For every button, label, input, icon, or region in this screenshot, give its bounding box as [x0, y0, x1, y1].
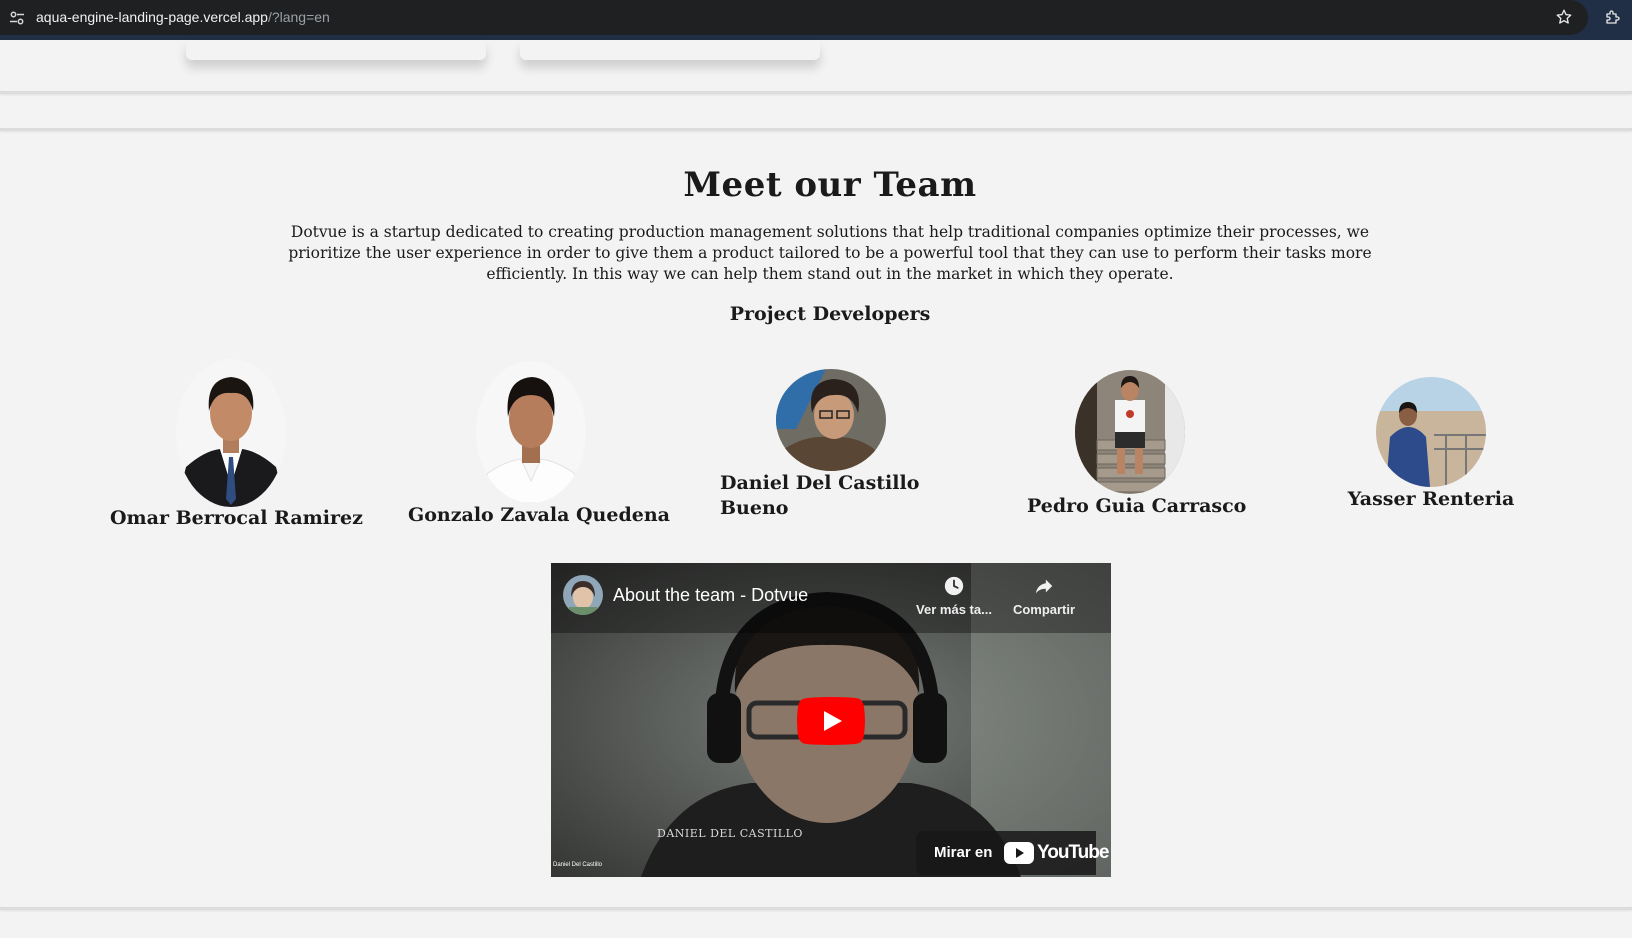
- share-label: Compartir: [1012, 602, 1076, 617]
- video-corner-label: Daniel Del Castillo: [553, 862, 603, 868]
- tune-icon[interactable]: [9, 10, 25, 26]
- team-title: Meet our Team: [683, 165, 977, 205]
- member-photo: [176, 359, 286, 507]
- url-text[interactable]: aqua-engine-landing-page.vercel.app/?lan…: [36, 9, 330, 25]
- clock-icon: [944, 576, 964, 596]
- member-photo: [776, 369, 886, 471]
- watch-on-youtube-button[interactable]: Mirar en YouTube: [916, 831, 1109, 875]
- address-bar[interactable]: aqua-engine-landing-page.vercel.app/?lan…: [0, 0, 1588, 35]
- member-name: Gonzalo Zavala Quedena: [408, 504, 670, 526]
- youtube-embed[interactable]: About the team - Dotvue Ver más ta... Co…: [551, 563, 1111, 877]
- member-photo: [1075, 370, 1185, 494]
- section-divider: [0, 128, 1632, 131]
- video-caption: DANIEL DEL CASTILLO: [657, 827, 803, 840]
- star-icon[interactable]: [1555, 8, 1573, 26]
- share-button[interactable]: Compartir: [999, 575, 1089, 617]
- member-name: Pedro Guia Carrasco: [1027, 495, 1247, 517]
- watch-later-label: Ver más ta...: [916, 602, 992, 617]
- section-divider: [0, 907, 1632, 910]
- play-button[interactable]: [797, 697, 865, 745]
- previous-card: [520, 40, 820, 60]
- youtube-logo-icon: [1004, 842, 1034, 864]
- url-path: /?lang=en: [267, 9, 330, 25]
- member-name-line2: Bueno: [720, 497, 789, 519]
- member-name-line1: Daniel Del Castillo: [720, 472, 920, 494]
- member-photo: [476, 361, 586, 503]
- puzzle-icon[interactable]: [1604, 8, 1622, 26]
- video-title[interactable]: About the team - Dotvue: [613, 585, 808, 606]
- share-icon: [1035, 579, 1053, 594]
- section-divider: [0, 91, 1632, 94]
- browser-toolbar: aqua-engine-landing-page.vercel.app/?lan…: [0, 0, 1632, 40]
- member-name: Omar Berrocal Ramirez: [110, 507, 363, 529]
- previous-card: [186, 40, 486, 60]
- developers-subtitle: Project Developers: [729, 303, 931, 325]
- member-name: Daniel Del Castillo Bueno: [720, 471, 919, 521]
- watch-on-label: Mirar en: [934, 844, 993, 861]
- member-name: Yasser Renteria: [1347, 488, 1515, 510]
- channel-avatar[interactable]: [563, 575, 603, 615]
- watch-later-button[interactable]: Ver más ta...: [909, 575, 999, 617]
- url-host: aqua-engine-landing-page.vercel.app: [36, 9, 268, 25]
- member-photo: [1376, 377, 1486, 487]
- team-description: Dotvue is a startup dedicated to creatin…: [288, 223, 1372, 283]
- youtube-wordmark: YouTube: [1037, 842, 1109, 863]
